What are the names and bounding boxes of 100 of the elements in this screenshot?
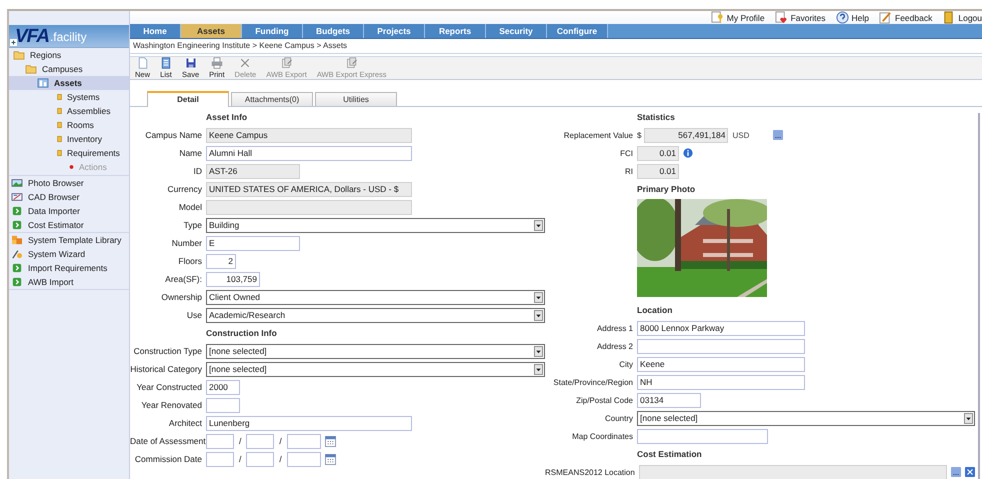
field-label: Construction Type (132, 346, 202, 356)
input-field[interactable] (637, 428, 768, 444)
input-field[interactable] (246, 452, 274, 466)
input-field[interactable]: 8000 Lennox Parkway (637, 320, 805, 336)
field-label: RSMEANS2012 Location (545, 468, 635, 476)
input-field[interactable] (286, 452, 321, 466)
input-field[interactable] (206, 398, 240, 412)
input-field[interactable]: NH (637, 374, 805, 390)
heart-page-icon (774, 11, 788, 24)
dot-icon (69, 164, 74, 170)
sidebar-link[interactable]: Import Requirements (9, 261, 129, 275)
tab[interactable]: Detail (147, 91, 229, 107)
section-heading: Cost Estimation (637, 449, 702, 459)
calendar-icon[interactable] (324, 454, 336, 464)
key-page-icon (710, 11, 724, 24)
input-field[interactable]: 2 (206, 254, 236, 268)
tree-item[interactable]: Assemblies (9, 104, 129, 118)
nav-tab[interactable]: Home (130, 24, 181, 38)
field-label: Zip/Postal Code (575, 396, 633, 404)
input-field[interactable] (246, 434, 274, 448)
expand-icon[interactable] (10, 39, 17, 46)
field-label: Historical Category (130, 364, 202, 374)
field-label: ID (192, 166, 202, 176)
sidebar-link[interactable]: System Template Library (9, 233, 129, 247)
input-field[interactable]: E (206, 236, 300, 250)
nav-tab[interactable]: Reports (425, 24, 486, 38)
arrow-square-icon (11, 220, 23, 230)
list-icon (160, 57, 172, 69)
input-field[interactable]: 103,759 (206, 272, 260, 286)
dropdown[interactable]: Building (206, 218, 545, 232)
sidebar-link[interactable]: AWB Import (9, 275, 129, 289)
building-icon (37, 78, 49, 88)
scrollbar[interactable] (978, 113, 980, 479)
header-link[interactable]: Help (836, 11, 870, 24)
date-separator: / (279, 454, 282, 464)
input-field: UNITED STATES OF AMERICA, Dollars - USD - $ (206, 182, 412, 196)
save-icon (184, 57, 197, 69)
dropdown[interactable]: [none selected] (206, 362, 545, 376)
field-label: Use (186, 310, 202, 320)
field-label: Commission Date (134, 454, 202, 464)
calendar-icon[interactable] (324, 436, 336, 446)
help-icon (836, 11, 849, 24)
header-link[interactable]: Logou (942, 11, 982, 24)
nav-tab[interactable]: Projects (364, 24, 425, 38)
arrow-square-icon (11, 277, 23, 287)
printer-icon (210, 57, 223, 69)
page-icon (136, 57, 148, 69)
nav-tab[interactable]: Budgets (303, 24, 364, 38)
tree-item[interactable]: Systems (9, 90, 129, 104)
sidebar-link[interactable]: CAD Browser (9, 190, 129, 204)
input-field[interactable]: 03134 (637, 392, 701, 408)
photo-icon (11, 178, 23, 188)
tree-item[interactable]: Regions (9, 48, 129, 62)
input-field[interactable]: Keene (637, 356, 805, 372)
header-link[interactable]: Feedback (879, 11, 932, 24)
dropdown[interactable]: Client Owned (206, 290, 545, 304)
close-icon[interactable] (965, 467, 975, 477)
sidebar-link[interactable]: Data Importer (9, 204, 129, 218)
field-label: Campus Name (144, 130, 202, 140)
sidebar-link[interactable]: Photo Browser (9, 176, 129, 190)
input-field[interactable]: Lunenberg (206, 416, 412, 430)
section-heading: Primary Photo (637, 184, 696, 194)
tree-item[interactable]: Assets (9, 76, 129, 90)
tree-item[interactable]: Rooms (9, 118, 129, 132)
input-field[interactable] (206, 452, 234, 466)
input-field[interactable] (286, 434, 321, 448)
nav-tab[interactable]: Funding (242, 24, 303, 38)
dropdown[interactable]: Academic/Research (206, 308, 545, 322)
value-field: 0.01 (637, 164, 679, 178)
logo-mark: VFA (15, 27, 49, 47)
tree-item[interactable]: Inventory (9, 132, 129, 146)
header-link[interactable]: My Profile (710, 11, 765, 24)
input-field[interactable]: 2000 (206, 380, 240, 394)
more-button-icon[interactable] (951, 467, 961, 477)
section-heading: Asset Info (206, 112, 248, 122)
sidebar-link[interactable]: Cost Estimator (9, 218, 129, 232)
info-icon[interactable] (683, 148, 693, 158)
blocks-icon (11, 235, 23, 245)
nav-tab[interactable]: Configure (547, 24, 608, 38)
input-field[interactable]: Alumni Hall (206, 146, 412, 160)
tree-item[interactable]: Campuses (9, 62, 129, 76)
more-button-icon[interactable] (773, 130, 784, 140)
dropdown[interactable]: [none selected] (206, 344, 545, 358)
input-field: AST-26 (206, 164, 300, 178)
field-label: FCI (619, 148, 633, 158)
field-label: Country (604, 414, 633, 422)
wand-icon (11, 249, 23, 259)
tab[interactable]: Utilities (315, 92, 397, 106)
field-label: Model (178, 202, 202, 212)
dropdown[interactable]: [none selected] (637, 410, 975, 426)
tree-item[interactable]: Requirements (9, 146, 129, 160)
sidebar-link[interactable]: System Wizard (9, 247, 129, 261)
field-label: Type (182, 220, 202, 230)
nav-tab[interactable]: Security (486, 24, 547, 38)
nav-tab[interactable]: Assets (181, 24, 242, 38)
input-field[interactable] (637, 338, 805, 354)
tab[interactable]: Attachments(0) (231, 92, 313, 106)
header-link[interactable]: Favorites (774, 11, 826, 24)
input-field: Keene Campus (206, 128, 412, 142)
input-field[interactable] (206, 434, 234, 448)
